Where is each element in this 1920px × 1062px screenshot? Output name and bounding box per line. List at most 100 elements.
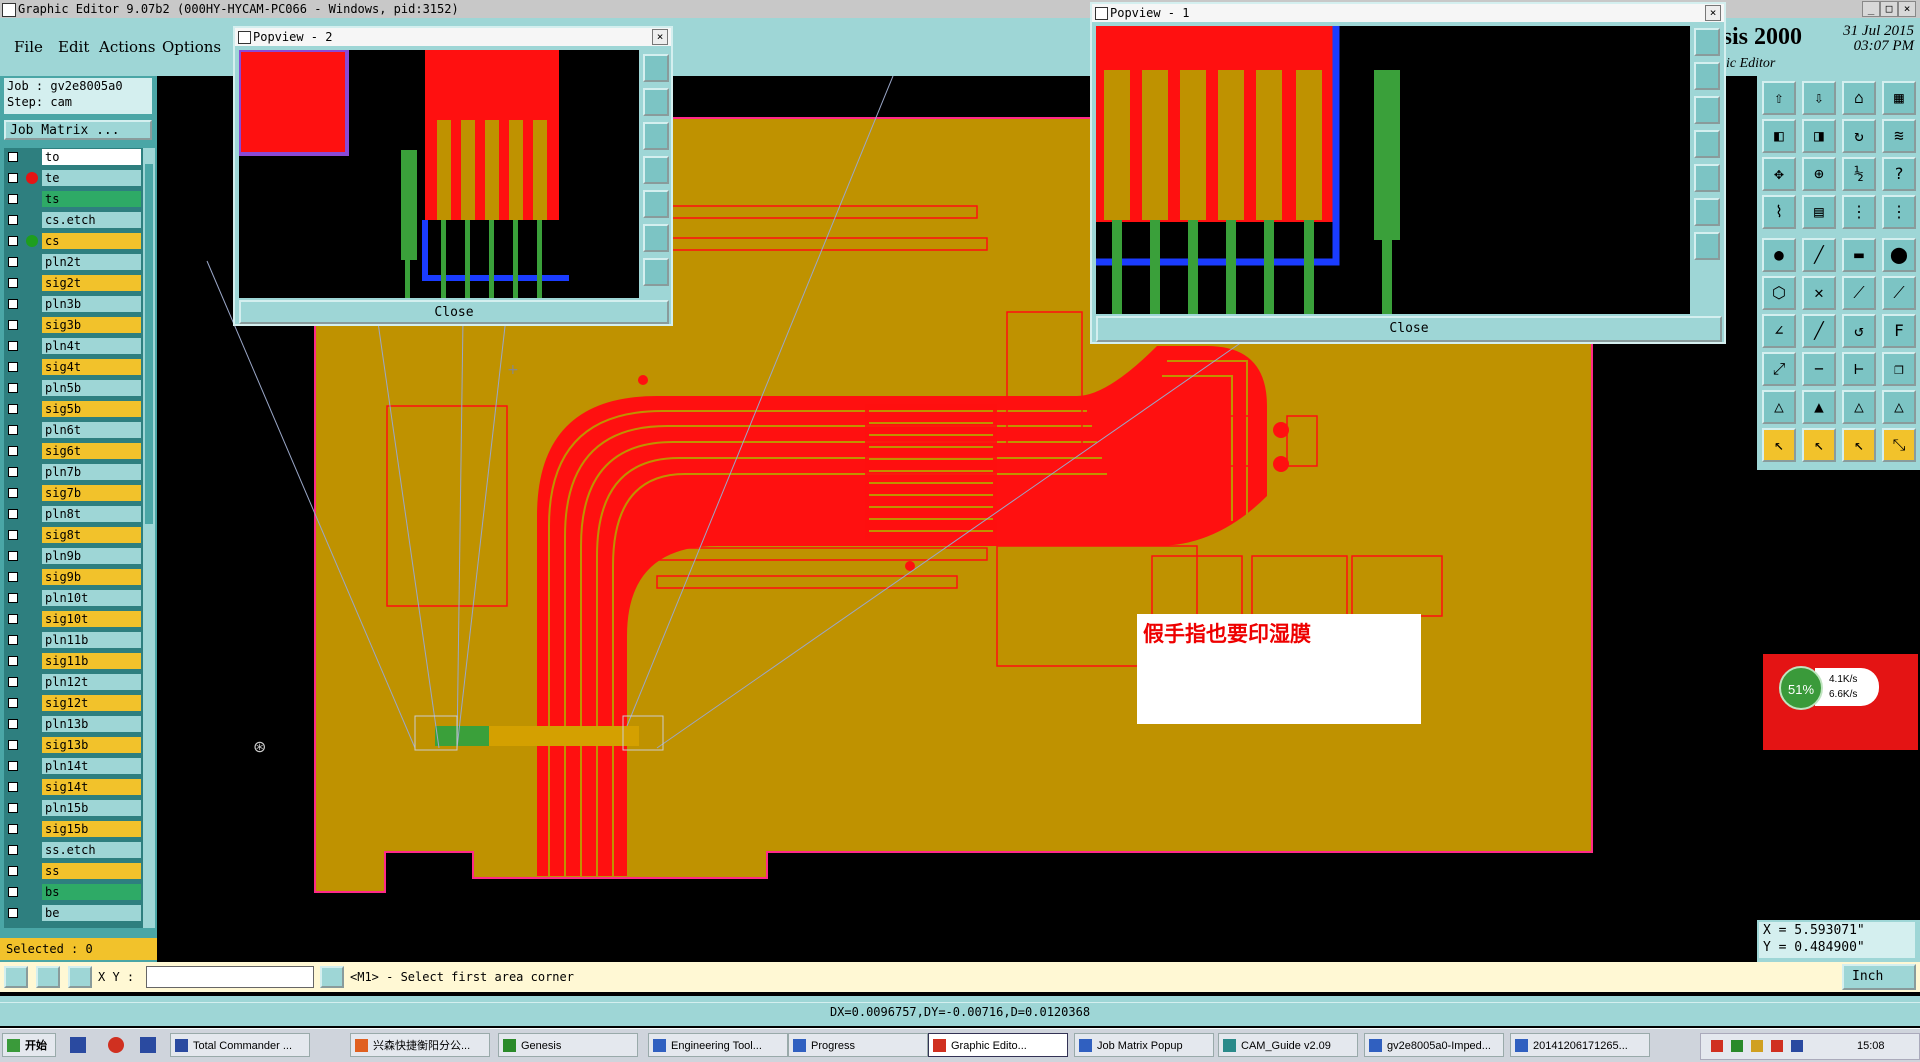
layer-name[interactable]: pln12t bbox=[42, 674, 141, 690]
line-icon[interactable]: ╱ bbox=[1802, 238, 1836, 272]
net-icon[interactable]: ⋮ bbox=[1842, 195, 1876, 229]
taskbar-button[interactable]: Genesis bbox=[498, 1033, 638, 1057]
layer-name[interactable]: sig13b bbox=[42, 737, 141, 753]
layer-row[interactable]: sig10t bbox=[4, 610, 144, 629]
draw-diag-icon[interactable]: ╱ bbox=[1802, 314, 1836, 348]
layer-row[interactable]: sig12t bbox=[4, 694, 144, 713]
layer-row[interactable]: sig15b bbox=[4, 820, 144, 839]
layer-checkbox[interactable] bbox=[8, 593, 18, 603]
layer-name[interactable]: sig11b bbox=[42, 653, 141, 669]
layer-checkbox[interactable] bbox=[8, 425, 18, 435]
layer-name[interactable]: pln3b bbox=[42, 296, 141, 312]
layer-name[interactable]: pln8t bbox=[42, 506, 141, 522]
popview-2-view[interactable] bbox=[239, 50, 639, 298]
point-icon[interactable]: ⟋ bbox=[1842, 276, 1876, 310]
triangle3-icon[interactable]: △ bbox=[1842, 390, 1876, 424]
pan-right-icon[interactable]: ◨ bbox=[1802, 119, 1836, 153]
layer-name[interactable]: pln11b bbox=[42, 632, 141, 648]
layer-checkbox[interactable] bbox=[8, 362, 18, 372]
pan-up-icon[interactable] bbox=[643, 122, 669, 150]
layer-row[interactable]: sig13b bbox=[4, 736, 144, 755]
layer-row[interactable]: cs.etch bbox=[4, 211, 144, 230]
cross-icon[interactable]: ✕ bbox=[1802, 276, 1836, 310]
popview-1-view[interactable] bbox=[1096, 26, 1690, 314]
measure-icon[interactable]: ⌇ bbox=[1762, 195, 1796, 229]
text-icon[interactable]: F bbox=[1882, 314, 1916, 348]
grid-snap-icon[interactable] bbox=[68, 966, 92, 988]
pan-right-icon[interactable] bbox=[1694, 164, 1720, 192]
layer-checkbox[interactable] bbox=[8, 698, 18, 708]
layer-name[interactable]: pln6t bbox=[42, 422, 141, 438]
xy-input[interactable] bbox=[146, 966, 314, 988]
layer-checkbox[interactable] bbox=[8, 656, 18, 666]
tray-icon[interactable] bbox=[1751, 1040, 1763, 1052]
layer-name[interactable]: pln15b bbox=[42, 800, 141, 816]
triangle4-icon[interactable]: △ bbox=[1882, 390, 1916, 424]
layer-name[interactable]: sig10t bbox=[42, 611, 141, 627]
layer-checkbox[interactable] bbox=[8, 215, 18, 225]
layer-row[interactable]: sig6t bbox=[4, 442, 144, 461]
pan-left-icon[interactable] bbox=[1694, 130, 1720, 158]
layer-mode-icon[interactable] bbox=[4, 966, 28, 988]
zoom-fit-icon[interactable]: ✥ bbox=[1762, 157, 1796, 191]
layer-checkbox[interactable] bbox=[8, 572, 18, 582]
layer-name[interactable]: be bbox=[42, 905, 141, 921]
layer-name[interactable]: pln13b bbox=[42, 716, 141, 732]
layer-checkbox[interactable] bbox=[8, 635, 18, 645]
close-icon[interactable]: × bbox=[1898, 1, 1916, 17]
layer-row[interactable]: pln14t bbox=[4, 757, 144, 776]
layer-row[interactable]: ss.etch bbox=[4, 841, 144, 860]
layer-row[interactable]: pln7b bbox=[4, 463, 144, 482]
layer-row[interactable]: pln13b bbox=[4, 715, 144, 734]
layer-row[interactable]: bs bbox=[4, 883, 144, 902]
window-icon[interactable]: ▦ bbox=[1882, 81, 1916, 115]
zoom-in-icon[interactable] bbox=[1694, 28, 1720, 56]
layer-checkbox[interactable] bbox=[8, 887, 18, 897]
layer-checkbox[interactable] bbox=[8, 194, 18, 204]
layer-row[interactable]: sig2t bbox=[4, 274, 144, 293]
layer-row[interactable]: pln12t bbox=[4, 673, 144, 692]
layer-name[interactable]: cs.etch bbox=[42, 212, 141, 228]
layer-row[interactable]: sig7b bbox=[4, 484, 144, 503]
layer-name[interactable]: pln14t bbox=[42, 758, 141, 774]
layer-name[interactable]: sig3b bbox=[42, 317, 141, 333]
triangle-icon[interactable]: △ bbox=[1762, 390, 1796, 424]
layer-list-scrollbar[interactable] bbox=[143, 148, 155, 928]
triangle2-icon[interactable]: ▲ bbox=[1802, 390, 1836, 424]
menu-edit[interactable]: Edit bbox=[58, 38, 89, 56]
layer-name[interactable]: sig6t bbox=[42, 443, 141, 459]
layer-name[interactable]: pln7b bbox=[42, 464, 141, 480]
tray-icon[interactable] bbox=[1771, 1040, 1783, 1052]
layer-name[interactable]: sig4t bbox=[42, 359, 141, 375]
layer-row[interactable]: pln8t bbox=[4, 505, 144, 524]
layer-name[interactable]: sig14t bbox=[42, 779, 141, 795]
taskbar-button[interactable]: Graphic Edito... bbox=[928, 1033, 1068, 1057]
select-pointer2-icon[interactable]: ↖ bbox=[1802, 428, 1836, 462]
tray-icon[interactable] bbox=[1711, 1040, 1723, 1052]
angle-icon[interactable] bbox=[36, 966, 60, 988]
pan-left-icon[interactable]: ◧ bbox=[1762, 119, 1796, 153]
center-icon[interactable] bbox=[643, 258, 669, 286]
home-icon[interactable]: ⌂ bbox=[1842, 81, 1876, 115]
select-pointer3-icon[interactable]: ↖ bbox=[1842, 428, 1876, 462]
layer-name[interactable]: ss bbox=[42, 863, 141, 879]
layer-name[interactable]: te bbox=[42, 170, 141, 186]
snap-icon[interactable]: ≋ bbox=[1882, 119, 1916, 153]
center-icon[interactable] bbox=[1694, 232, 1720, 260]
layer-checkbox[interactable] bbox=[8, 614, 18, 624]
taskbar-button[interactable]: 20141206171265... bbox=[1510, 1033, 1650, 1057]
layer-row[interactable]: pln15b bbox=[4, 799, 144, 818]
layer-checkbox[interactable] bbox=[8, 320, 18, 330]
layer-checkbox[interactable] bbox=[8, 257, 18, 267]
redraw-icon[interactable]: ↻ bbox=[1842, 119, 1876, 153]
layer-checkbox[interactable] bbox=[8, 383, 18, 393]
taskbar-button[interactable]: Total Commander ... bbox=[170, 1033, 310, 1057]
info-icon[interactable] bbox=[320, 966, 344, 988]
pad-icon[interactable]: ● bbox=[1762, 238, 1796, 272]
layer-row[interactable]: sig9b bbox=[4, 568, 144, 587]
menu-file[interactable]: File bbox=[14, 38, 43, 56]
layer-row[interactable]: sig11b bbox=[4, 652, 144, 671]
layer-name[interactable]: cs bbox=[42, 233, 141, 249]
layer-name[interactable]: sig9b bbox=[42, 569, 141, 585]
select-pointer-icon[interactable]: ↖ bbox=[1762, 428, 1796, 462]
